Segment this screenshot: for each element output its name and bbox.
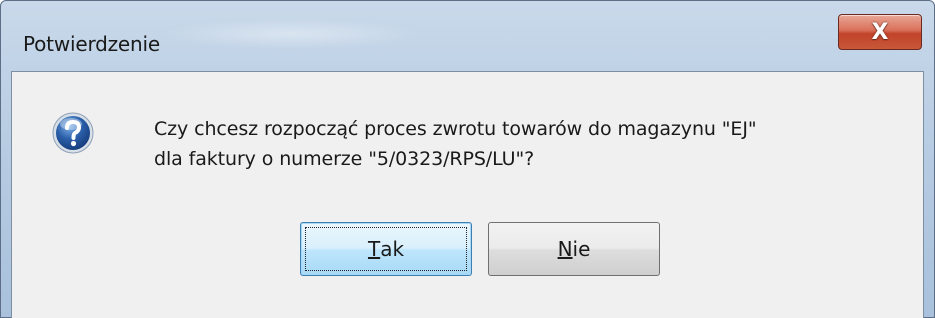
title-bar[interactable]: Potwierdzenie X [1, 1, 934, 69]
message-line-2: dla faktury o numerze "5/0323/RPS/LU"? [154, 148, 535, 170]
dialog-window: Potwierdzenie X Czy chcesz rozpocząć pro… [0, 0, 935, 318]
yes-button[interactable]: Tak [300, 222, 472, 276]
close-icon: X [871, 19, 889, 45]
question-icon [52, 112, 94, 154]
yes-button-label: ak [380, 237, 405, 261]
message-line-1: Czy chcesz rozpocząć proces zwrotu towar… [154, 118, 757, 140]
dialog-body: Czy chcesz rozpocząć proces zwrotu towar… [11, 71, 924, 318]
no-button-label: ie [572, 237, 591, 261]
no-button[interactable]: Nie [488, 222, 660, 276]
dialog-message: Czy chcesz rozpocząć proces zwrotu towar… [154, 114, 914, 174]
close-button[interactable]: X [838, 14, 922, 50]
title-bar-glass [161, 19, 421, 49]
no-button-mnemonic: N [557, 237, 573, 261]
yes-button-mnemonic: T [367, 237, 381, 261]
window-title: Potwierdzenie [23, 32, 160, 56]
